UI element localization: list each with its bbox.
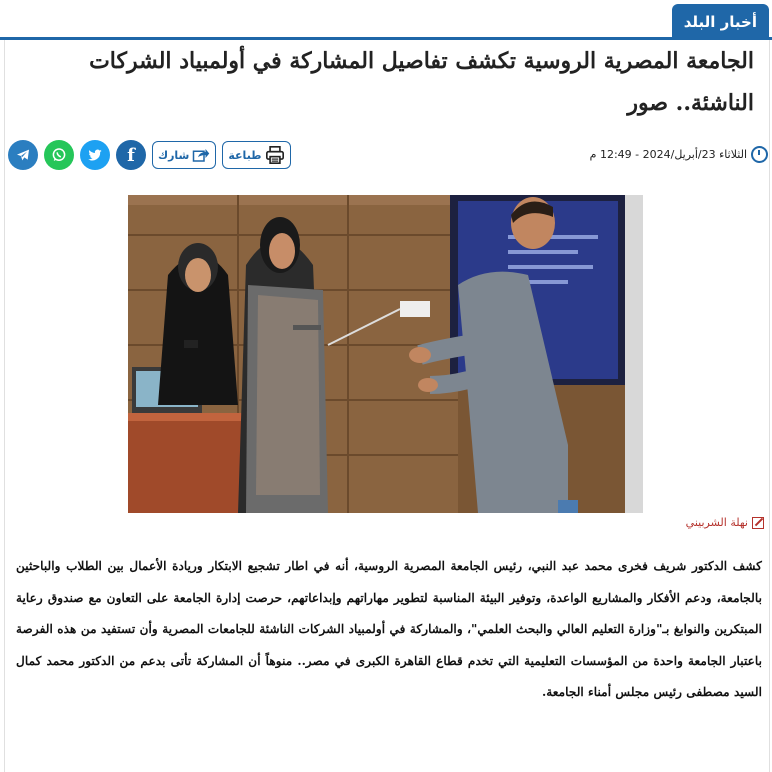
section-header-bar: أخبار البلد (0, 0, 772, 40)
article-photo (128, 195, 643, 513)
telegram-button[interactable] (8, 140, 38, 170)
facebook-button[interactable]: f (116, 140, 146, 170)
edit-icon (752, 516, 764, 529)
facebook-icon: f (127, 144, 135, 166)
clock-icon (751, 146, 768, 163)
author-byline[interactable]: نهلة الشربيني (686, 516, 764, 529)
print-icon (265, 146, 284, 164)
article-date: الثلاثاء 23/أبريل/2024 - 12:49 م (589, 148, 747, 161)
article-meta: الثلاثاء 23/أبريل/2024 - 12:49 م (590, 146, 768, 163)
share-icon (193, 149, 210, 162)
section-tab[interactable]: أخبار البلد (671, 4, 769, 40)
twitter-icon (88, 149, 102, 161)
twitter-button[interactable] (80, 140, 110, 170)
author-name[interactable]: نهلة الشربيني (686, 516, 748, 529)
article-title: الجامعة المصرية الروسية تكشف تفاصيل المش… (89, 48, 754, 116)
telegram-icon (17, 149, 29, 161)
print-button[interactable]: طباعة (222, 141, 291, 169)
article-photo-illustration (128, 195, 643, 513)
whatsapp-button[interactable] (44, 140, 74, 170)
whatsapp-icon (52, 148, 66, 161)
article-body: كشف الدكتور شريف فخرى محمد عبد النبي، رئ… (16, 559, 762, 700)
share-button[interactable]: شارك (152, 141, 217, 169)
share-label: شارك (158, 148, 190, 162)
share-toolbar: f شارك طباعة (8, 140, 291, 170)
print-label: طباعة (228, 148, 262, 162)
